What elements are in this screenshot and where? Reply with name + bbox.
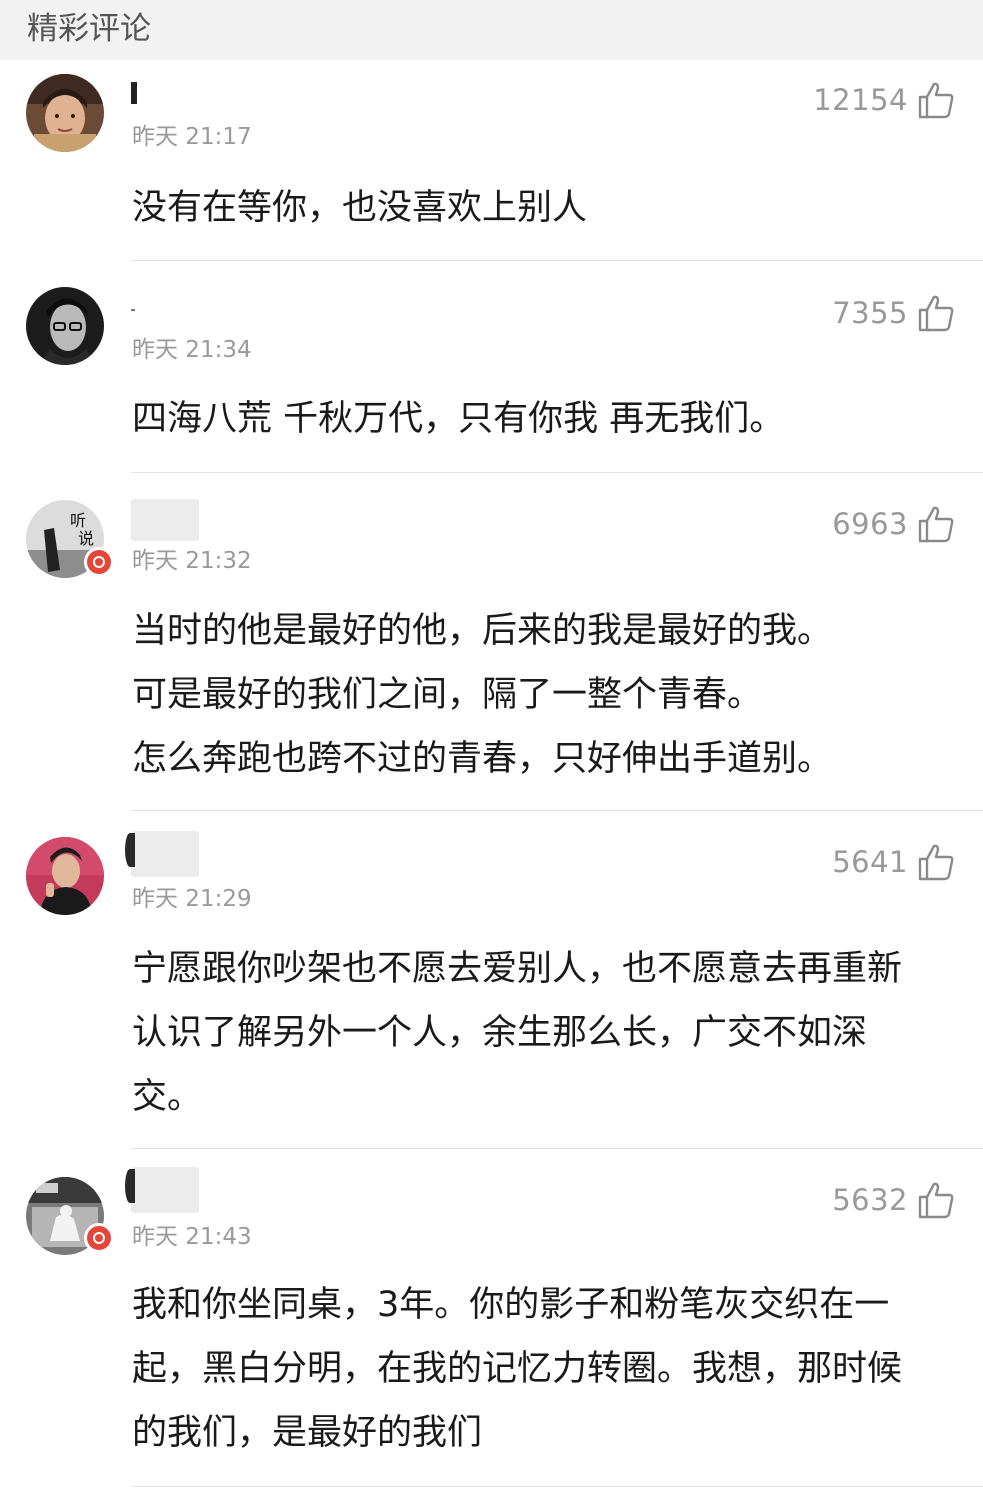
- comment-item: 昨天 21:43 5632 我和你坐同桌，3年。你的影子和粉笔灰交织在一 起，黑…: [0, 1149, 983, 1487]
- comment-item: 昨天 21:34 7355 四海八荒 千秋万代，只有你我 再无我们。: [0, 261, 983, 473]
- vip-badge-icon: [84, 547, 114, 577]
- like-count: 12154: [813, 83, 908, 117]
- vip-badge-icon: [84, 1223, 114, 1253]
- avatar[interactable]: [26, 837, 104, 915]
- comment-text: 四海八荒 千秋万代，只有你我 再无我们。: [132, 399, 785, 439]
- like-button[interactable]: 7355: [832, 293, 954, 333]
- like-count: 5632: [832, 1183, 908, 1217]
- comment-timestamp: 昨天 21:32: [132, 548, 252, 574]
- divider: [131, 1486, 983, 1487]
- comment-timestamp: 昨天 21:34: [132, 337, 252, 363]
- avatar[interactable]: [26, 287, 104, 365]
- svg-text:说: 说: [78, 529, 94, 548]
- thumbs-up-icon[interactable]: [918, 81, 954, 119]
- username[interactable]: [131, 309, 135, 311]
- thumbs-up-icon[interactable]: [918, 294, 954, 332]
- username[interactable]: [131, 499, 199, 541]
- thumbs-up-icon[interactable]: [918, 843, 954, 881]
- avatar[interactable]: [26, 74, 104, 152]
- username[interactable]: [125, 831, 199, 877]
- section-title: 精彩评论: [27, 11, 151, 47]
- comment-timestamp: 昨天 21:17: [132, 124, 252, 150]
- comment-item: 听 说 昨天 21:32 6963 当时的他是最好的他，后来的我是最好的我。 可…: [0, 473, 983, 811]
- thumbs-up-icon[interactable]: [918, 1181, 954, 1219]
- like-count: 5641: [832, 845, 908, 879]
- section-header: 精彩评论: [0, 0, 983, 60]
- comment-text: 我和你坐同桌，3年。你的影子和粉笔灰交织在一 起，黑白分明，在我的记忆力转圈。我…: [132, 1285, 903, 1453]
- like-count: 6963: [832, 507, 908, 541]
- comment-item: 昨天 21:29 5641 宁愿跟你吵架也不愿去爱别人，也不愿意去再重新 认识了…: [0, 811, 983, 1149]
- like-button[interactable]: 6963: [832, 504, 954, 544]
- comment-text: 没有在等你，也没喜欢上别人: [132, 188, 588, 228]
- like-count: 7355: [832, 296, 908, 330]
- username[interactable]: [125, 1167, 199, 1213]
- like-button[interactable]: 5641: [832, 842, 954, 882]
- comment-text: 当时的他是最好的他，后来的我是最好的我。 可是最好的我们之间，隔了一整个青春。 …: [132, 611, 833, 779]
- comment-timestamp: 昨天 21:43: [132, 1224, 252, 1250]
- like-button[interactable]: 12154: [813, 80, 954, 120]
- thumbs-up-icon[interactable]: [918, 505, 954, 543]
- comment-text: 宁愿跟你吵架也不愿去爱别人，也不愿意去再重新 认识了解另外一个人，余生那么长，广…: [132, 949, 903, 1117]
- like-button[interactable]: 5632: [832, 1180, 954, 1220]
- comment-item: 昨天 21:17 12154 没有在等你，也没喜欢上别人: [0, 60, 983, 260]
- username[interactable]: [131, 82, 137, 104]
- svg-text:听: 听: [70, 511, 86, 530]
- comment-timestamp: 昨天 21:29: [132, 886, 252, 912]
